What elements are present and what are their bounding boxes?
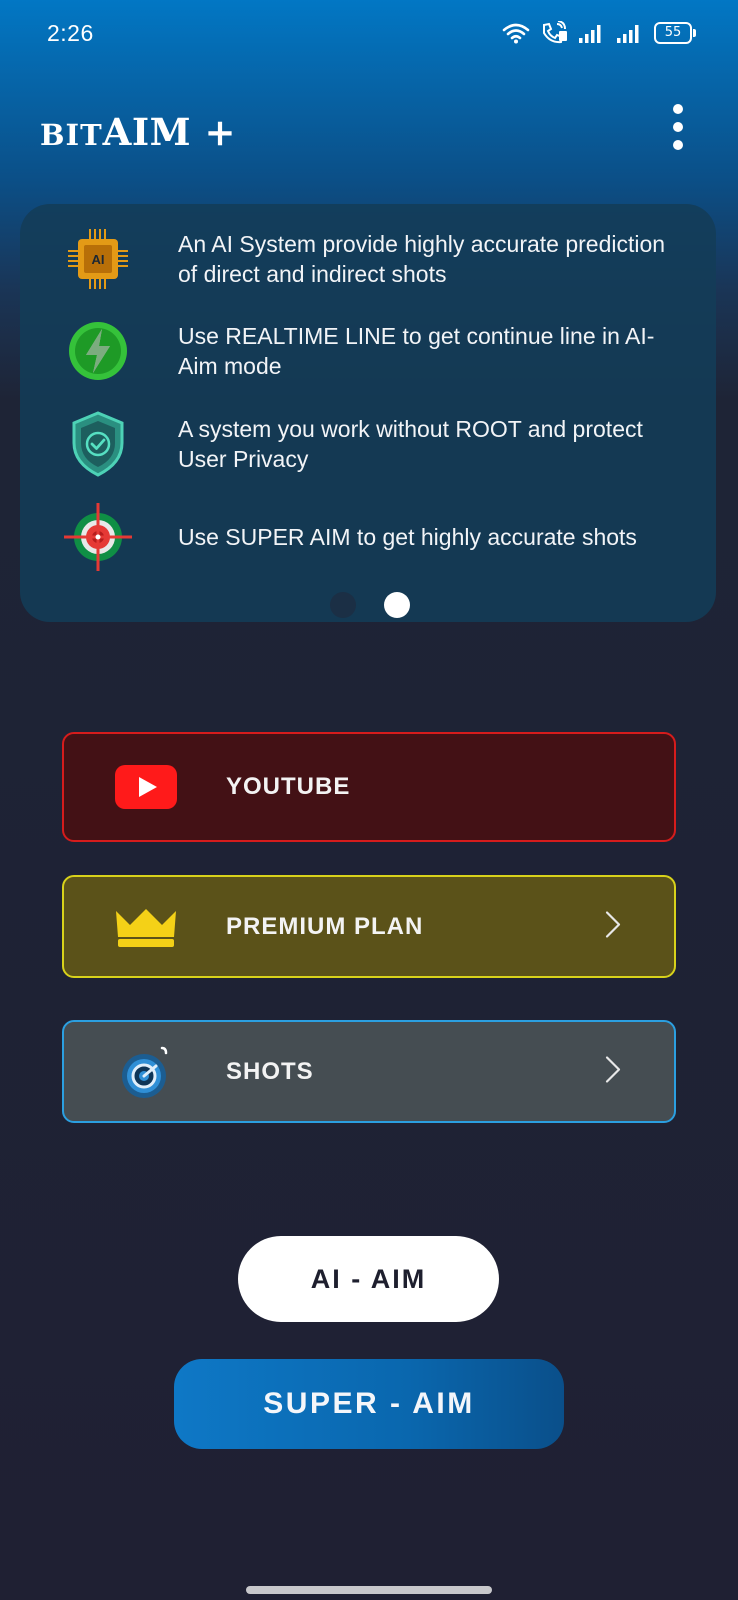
premium-plan-label: PREMIUM PLAN [226, 912, 424, 940]
crosshair-icon [62, 501, 134, 573]
super-aim-button[interactable]: SUPER - AIM [174, 1359, 564, 1449]
youtube-button[interactable]: YOUTUBE [62, 732, 676, 842]
lightning-icon [62, 315, 134, 387]
carousel-dot-active[interactable] [384, 592, 410, 618]
battery-icon: 55 [654, 22, 696, 44]
camera-shutter-icon [112, 1042, 180, 1102]
feature-text: Use SUPER AIM to get highly accurate sho… [178, 524, 637, 550]
chevron-right-icon [604, 1054, 622, 1089]
crown-icon [112, 897, 180, 957]
app-title-main: AIM + [102, 110, 237, 154]
feature-item: Use REALTIME LINE to get continue line i… [20, 316, 716, 386]
signal-icon [616, 22, 644, 44]
premium-plan-button[interactable]: PREMIUM PLAN [62, 875, 676, 978]
feature-text: A system you work without ROOT and prote… [178, 416, 643, 472]
youtube-icon [112, 757, 180, 817]
more-vert-icon[interactable] [668, 104, 688, 150]
carousel-indicator [20, 592, 716, 618]
carousel-dot[interactable] [330, 592, 356, 618]
feature-item: Use SUPER AIM to get highly accurate sho… [20, 502, 716, 572]
feature-carousel[interactable]: AI An AI System provide highly accurate … [20, 204, 716, 622]
app-title: BITAIM + [40, 110, 236, 154]
feature-text: Use REALTIME LINE to get continue line i… [178, 323, 655, 379]
signal-icon [578, 22, 606, 44]
shield-check-icon [62, 408, 134, 480]
app-title-prefix: BIT [40, 118, 103, 152]
status-time: 2:26 [47, 20, 94, 46]
shots-label: SHOTS [226, 1057, 314, 1085]
feature-item: AI An AI System provide highly accurate … [20, 224, 716, 294]
ai-aim-button[interactable]: AI - AIM [238, 1236, 499, 1322]
chevron-right-icon [604, 909, 622, 944]
svg-text:AI: AI [92, 252, 105, 267]
shots-button[interactable]: SHOTS [62, 1020, 676, 1123]
youtube-label: YOUTUBE [226, 773, 351, 800]
feature-item: A system you work without ROOT and prote… [20, 409, 716, 479]
feature-text: An AI System provide highly accurate pre… [178, 231, 666, 287]
ai-chip-icon: AI [62, 223, 134, 295]
status-icons: 55 [502, 20, 696, 46]
wifi-icon [502, 22, 530, 44]
volte-call-icon [540, 21, 568, 45]
status-bar: 2:26 55 [0, 0, 738, 66]
home-indicator[interactable] [246, 1586, 492, 1594]
